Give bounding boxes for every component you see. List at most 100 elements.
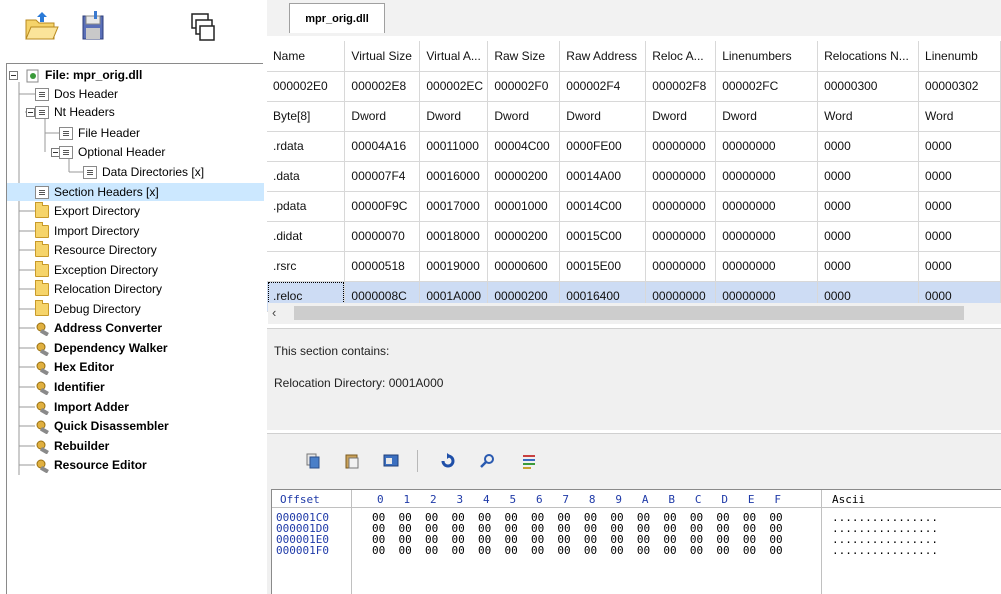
tree-item-file-header[interactable]: File Header: [59, 124, 140, 142]
grid-cell[interactable]: 00000000: [645, 191, 717, 222]
grid-cell[interactable]: 000002F8: [645, 71, 717, 102]
grid-cell[interactable]: 000002E0: [267, 71, 346, 102]
root-expander[interactable]: [9, 71, 18, 80]
grid-cell[interactable]: 0000: [817, 251, 920, 282]
tree-item-quick-disassembler[interactable]: Quick Disassembler: [35, 417, 169, 435]
window-icon[interactable]: [380, 450, 402, 472]
refresh-icon[interactable]: [437, 450, 459, 472]
section-headers-grid[interactable]: Name Virtual Size Virtual A... Raw Size Raw …: [267, 36, 1001, 330]
grid-cell[interactable]: 00019000: [419, 251, 489, 282]
hex-bytes-column[interactable]: 00 00 00 00 00 00 00 00 00 00 00 00 00 0…: [372, 512, 783, 556]
grid-cell[interactable]: 00000F9C: [344, 191, 421, 222]
grid-cell[interactable]: Relocations N...: [817, 41, 920, 72]
tree-item-optional-header[interactable]: Optional Header: [59, 143, 165, 161]
table-row[interactable]: .rdata 00004A16 00011000 00004C00 0000FE00 00…: [267, 131, 1001, 162]
tree-root-file[interactable]: File: mpr_orig.dll: [26, 66, 142, 84]
grid-cell[interactable]: 00018000: [419, 221, 489, 252]
grid-cell[interactable]: .rsrc: [267, 251, 346, 282]
paste-icon[interactable]: [341, 450, 363, 472]
open-file-icon[interactable]: [22, 8, 60, 46]
tree-item-dependency-walker[interactable]: Dependency Walker: [35, 339, 168, 357]
grid-cell[interactable]: 00016000: [419, 161, 489, 192]
grid-cell[interactable]: Byte[8]: [267, 101, 346, 132]
grid-cell[interactable]: 00000600: [487, 251, 561, 282]
grid-cell[interactable]: Virtual A...: [419, 41, 489, 72]
scrollbar-thumb[interactable]: [294, 306, 964, 320]
grid-cell[interactable]: 00000000: [645, 161, 717, 192]
grid-cell[interactable]: 00000000: [715, 161, 819, 192]
tree-item-export-directory[interactable]: Export Directory: [35, 201, 140, 220]
grid-cell[interactable]: Word: [817, 101, 920, 132]
grid-cell[interactable]: 0000: [817, 221, 920, 252]
grid-header-row[interactable]: Name Virtual Size Virtual A... Raw Size Raw …: [267, 41, 1001, 72]
grid-cell[interactable]: 00014C00: [559, 191, 647, 222]
hex-ascii-column[interactable]: ................ ................ ......…: [832, 512, 938, 556]
grid-cell[interactable]: .data: [267, 161, 346, 192]
grid-cell[interactable]: Reloc A...: [645, 41, 717, 72]
grid-cell[interactable]: Name: [267, 41, 346, 72]
goto-offset-icon[interactable]: [518, 450, 540, 472]
tree-item-rebuilder[interactable]: Rebuilder: [35, 437, 109, 455]
grid-cell[interactable]: 0000: [918, 251, 1001, 282]
grid-cell[interactable]: 000002EC: [419, 71, 489, 102]
grid-cell[interactable]: 000002FC: [715, 71, 819, 102]
grid-offset-row[interactable]: 000002E0 000002E8 000002EC 000002F0 000002F4…: [267, 71, 1001, 102]
nt-headers-expander[interactable]: [26, 108, 35, 117]
table-row[interactable]: .didat 00000070 00018000 00000200 00015C00 00…: [267, 221, 1001, 252]
grid-cell[interactable]: 0000: [918, 221, 1001, 252]
grid-cell[interactable]: 00000200: [487, 221, 561, 252]
grid-cell[interactable]: 00017000: [419, 191, 489, 222]
grid-cell[interactable]: Raw Size: [487, 41, 561, 72]
tree-item-import-adder[interactable]: Import Adder: [35, 398, 129, 416]
grid-cell[interactable]: 0000: [918, 161, 1001, 192]
tree-item-exception-directory[interactable]: Exception Directory: [35, 260, 158, 279]
table-row[interactable]: .data 000007F4 00016000 00000200 00014A00 000…: [267, 161, 1001, 192]
search-icon[interactable]: [476, 450, 498, 472]
grid-cell[interactable]: Word: [918, 101, 1001, 132]
grid-cell[interactable]: 00015E00: [559, 251, 647, 282]
grid-cell[interactable]: 0000: [817, 191, 920, 222]
grid-cell[interactable]: Linenumbers: [715, 41, 819, 72]
grid-cell[interactable]: Dword: [487, 101, 561, 132]
grid-cell[interactable]: 00004C00: [487, 131, 561, 162]
grid-cell[interactable]: 00015C00: [559, 221, 647, 252]
hex-view[interactable]: Offset 0 1 2 3 4 5 6 7 8 9 A B C D E F A…: [271, 489, 1001, 594]
grid-cell[interactable]: 00000200: [487, 161, 561, 192]
grid-cell[interactable]: 00000000: [715, 251, 819, 282]
copy-icon[interactable]: [302, 450, 324, 472]
grid-cell[interactable]: 00000000: [715, 221, 819, 252]
grid-cell[interactable]: 0000: [817, 131, 920, 162]
tree-item-resource-directory[interactable]: Resource Directory: [35, 240, 157, 259]
grid-cell[interactable]: Dword: [645, 101, 717, 132]
grid-cell[interactable]: Virtual Size: [344, 41, 421, 72]
grid-cell[interactable]: 00000300: [817, 71, 920, 102]
tree-item-dos-header[interactable]: Dos Header: [35, 85, 118, 103]
grid-cell[interactable]: 00014A00: [559, 161, 647, 192]
grid-cell[interactable]: 000002E8: [344, 71, 421, 102]
grid-cell[interactable]: 0000: [817, 161, 920, 192]
grid-horizontal-scrollbar[interactable]: ‹: [268, 303, 1001, 324]
grid-cell[interactable]: 00000000: [645, 221, 717, 252]
tree-item-import-directory[interactable]: Import Directory: [35, 221, 139, 240]
tree-view[interactable]: File: mpr_orig.dll Dos Header Nt Headers…: [6, 63, 264, 594]
scroll-left-arrow-icon[interactable]: ‹: [272, 305, 276, 320]
grid-cell[interactable]: 00000070: [344, 221, 421, 252]
tree-item-relocation-directory[interactable]: Relocation Directory: [35, 279, 162, 298]
grid-cell[interactable]: .rdata: [267, 131, 346, 162]
grid-cell[interactable]: 000002F0: [487, 71, 561, 102]
grid-cell[interactable]: 00000000: [645, 131, 717, 162]
grid-cell[interactable]: 00000000: [645, 251, 717, 282]
grid-cell[interactable]: 000007F4: [344, 161, 421, 192]
tree-item-section-headers[interactable]: Section Headers [x]: [7, 183, 264, 201]
grid-cell[interactable]: Linenumb: [918, 41, 1001, 72]
grid-cell[interactable]: Dword: [344, 101, 421, 132]
grid-cell[interactable]: 0000: [918, 191, 1001, 222]
grid-type-row[interactable]: Byte[8] Dword Dword Dword Dword Dword Dword Wor…: [267, 101, 1001, 132]
grid-cell[interactable]: 00001000: [487, 191, 561, 222]
grid-cell[interactable]: 00011000: [419, 131, 489, 162]
table-row[interactable]: .pdata 00000F9C 00017000 00001000 00014C00 00…: [267, 191, 1001, 222]
tree-item-hex-editor[interactable]: Hex Editor: [35, 358, 114, 376]
tree-item-identifier[interactable]: Identifier: [35, 378, 105, 396]
tree-item-data-directories[interactable]: Data Directories [x]: [83, 163, 204, 181]
grid-cell[interactable]: 00000000: [715, 131, 819, 162]
